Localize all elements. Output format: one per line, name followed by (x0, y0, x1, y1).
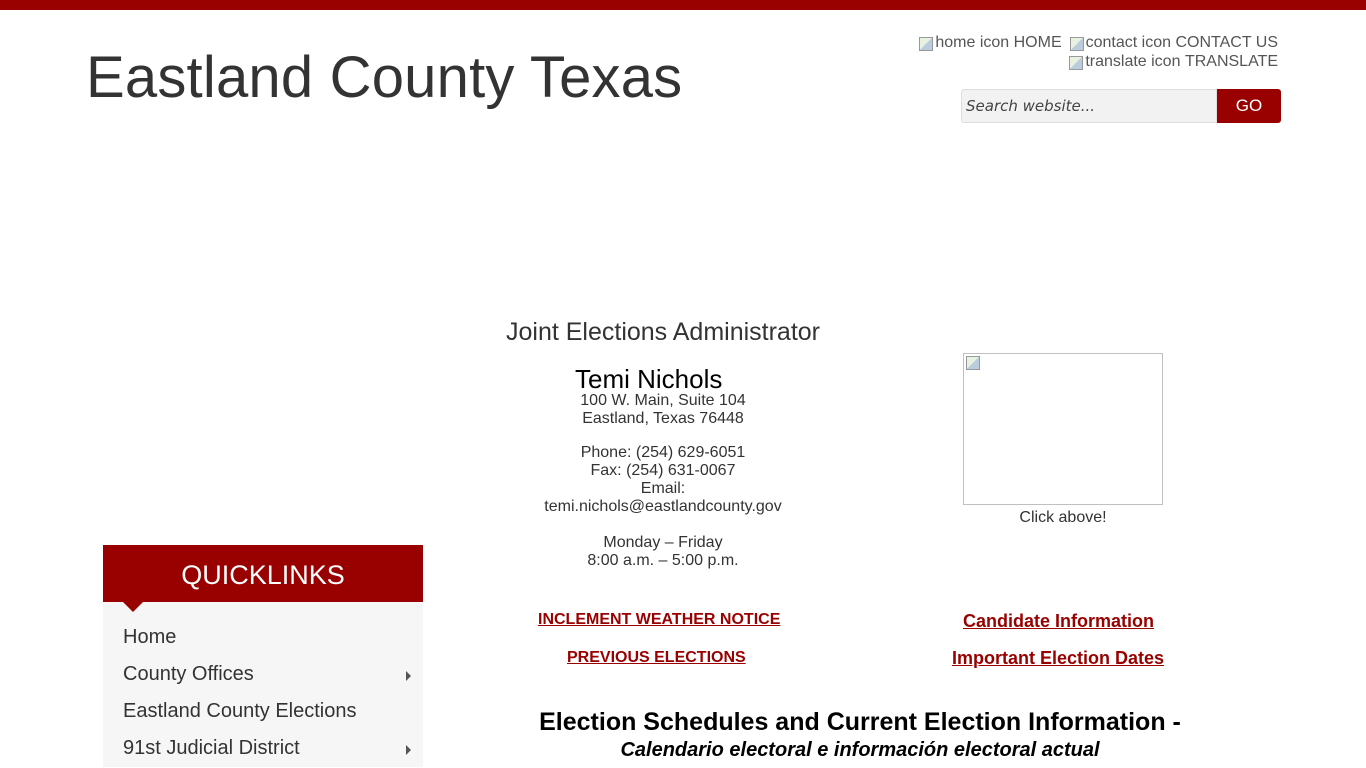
email-label: Email: (640, 480, 686, 497)
translate-icon (1069, 55, 1084, 70)
home-icon-alt: home icon (935, 34, 1010, 51)
phone: Phone: (254) 629-6051 (580, 444, 746, 461)
hours-time: 8:00 a.m. – 5:00 p.m. (587, 552, 739, 569)
contact-link-label: CONTACT US (1175, 34, 1278, 51)
section-title: Joint Elections Administrator (505, 318, 821, 346)
quicklink-label: County Offices (123, 663, 254, 685)
broken-image-icon (966, 356, 980, 370)
address-line-2: Eastland, Texas 76448 (582, 410, 744, 427)
home-link[interactable]: home icon HOME (919, 33, 1062, 52)
quicklink-eastland-county-elections[interactable]: Eastland County Elections (103, 693, 423, 730)
hours-days: Monday – Friday (603, 534, 723, 551)
contact-info: 100 W. Main, Suite 104 Eastland, Texas 7… (463, 392, 863, 570)
home-icon (919, 36, 934, 51)
translate-icon-alt: translate icon (1085, 53, 1181, 70)
contact-icon-alt: contact icon (1085, 34, 1172, 51)
quicklinks-panel: QUICKLINKS Home County Offices Eastland … (103, 545, 423, 767)
site-search: GO (961, 89, 1281, 123)
quicklinks-header: QUICKLINKS (103, 545, 423, 612)
chevron-right-icon (406, 671, 411, 681)
admin-section: Joint Elections Administrator (463, 318, 863, 347)
promo-caption: Click above! (1019, 509, 1107, 526)
top-accent-bar (0, 0, 1366, 10)
promo-image[interactable] (963, 353, 1163, 505)
previous-elections-link[interactable]: PREVIOUS ELECTIONS (567, 649, 746, 667)
translate-link[interactable]: translate icon TRANSLATE (1069, 52, 1278, 71)
quicklink-label: Home (123, 626, 177, 648)
schedule-subheading: Calendario electoral e información elect… (620, 739, 1100, 761)
candidate-information-link[interactable]: Candidate Information (963, 611, 1154, 632)
translate-link-label: TRANSLATE (1184, 53, 1278, 70)
caret-down-icon (123, 602, 143, 612)
utility-links: home icon HOME contact icon CONTACT US t… (858, 33, 1278, 71)
quicklinks-list: Home County Offices Eastland County Elec… (103, 602, 423, 767)
admin-name: Temi Nichols (575, 364, 723, 394)
inclement-weather-link[interactable]: INCLEMENT WEATHER NOTICE (538, 611, 780, 629)
home-link-label: HOME (1013, 34, 1062, 51)
important-election-dates-link[interactable]: Important Election Dates (952, 648, 1164, 669)
email[interactable]: temi.nichols@eastlandcounty.gov (463, 498, 863, 516)
schedule-heading: Election Schedules and Current Election … (539, 708, 1181, 736)
site-title[interactable]: Eastland County Texas (86, 44, 682, 111)
address-line-1: 100 W. Main, Suite 104 (580, 392, 746, 409)
quicklinks-title: QUICKLINKS (181, 560, 345, 590)
quicklink-91st-judicial-district[interactable]: 91st Judicial District (103, 730, 423, 767)
quicklink-label: 91st Judicial District (123, 737, 300, 759)
contact-link[interactable]: contact icon CONTACT US (1069, 33, 1278, 52)
quicklink-label: Eastland County Elections (123, 700, 357, 722)
quicklink-county-offices[interactable]: County Offices (103, 656, 423, 693)
quicklink-home[interactable]: Home (103, 619, 423, 656)
chevron-right-icon (406, 745, 411, 755)
contact-icon (1069, 36, 1084, 51)
search-input[interactable] (961, 89, 1217, 123)
search-go-button[interactable]: GO (1217, 89, 1281, 123)
fax: Fax: (254) 631-0067 (590, 462, 736, 479)
